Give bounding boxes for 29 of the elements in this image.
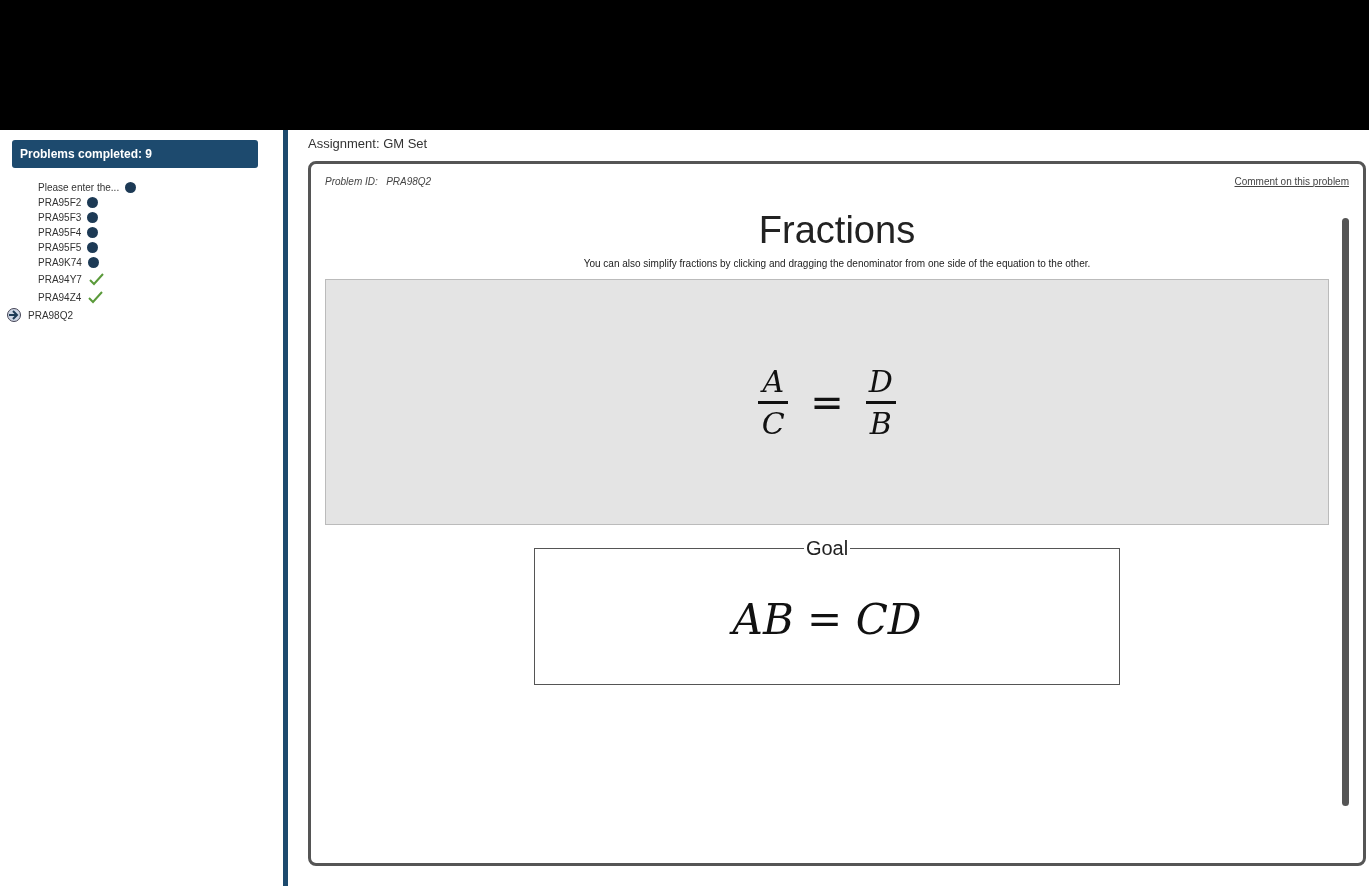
problem-link[interactable]: PRA95F2 <box>38 197 82 208</box>
dot-icon <box>87 257 99 268</box>
problem-id: Problem ID: PRA98Q2 <box>325 176 432 187</box>
right-fraction[interactable]: D B <box>865 363 896 441</box>
dot-icon <box>87 197 99 208</box>
problem-title: Fractions <box>757 209 917 252</box>
problem-link[interactable]: PRA95F4 <box>38 227 82 238</box>
instruction-text: You can also simplify fractions by clicking and dragging the denominator from one side of the equation to the other. <box>582 258 1092 269</box>
dot-icon <box>87 242 99 253</box>
problem-link[interactable]: PRA94Z4 <box>38 291 82 303</box>
goal-label: Goal <box>804 537 850 560</box>
assignment-title: Assignment: GM Set <box>308 136 429 151</box>
check-icon <box>87 272 104 286</box>
scrollbar[interactable] <box>1342 218 1349 806</box>
problem-link[interactable]: PRA94Y7 <box>38 273 82 285</box>
dot-icon <box>87 227 99 238</box>
problem-link[interactable]: PRA95F3 <box>38 212 82 223</box>
problem-link[interactable]: PRA9K74 <box>38 257 82 268</box>
arrow-icon <box>6 308 22 322</box>
comment-link[interactable]: Comment on this problem <box>1234 176 1349 187</box>
problem-link[interactable]: PRA98Q2 <box>28 309 74 321</box>
equals-sign: = <box>810 379 844 425</box>
problem-link[interactable]: Please enter the... <box>38 182 120 193</box>
dot-icon <box>125 182 137 193</box>
left-fraction[interactable]: A C <box>758 363 789 441</box>
problem-link[interactable]: PRA95F5 <box>38 242 82 253</box>
problems-completed-header: Problems completed: 9 <box>12 140 258 168</box>
check-icon <box>87 290 104 304</box>
dot-icon <box>87 212 99 223</box>
